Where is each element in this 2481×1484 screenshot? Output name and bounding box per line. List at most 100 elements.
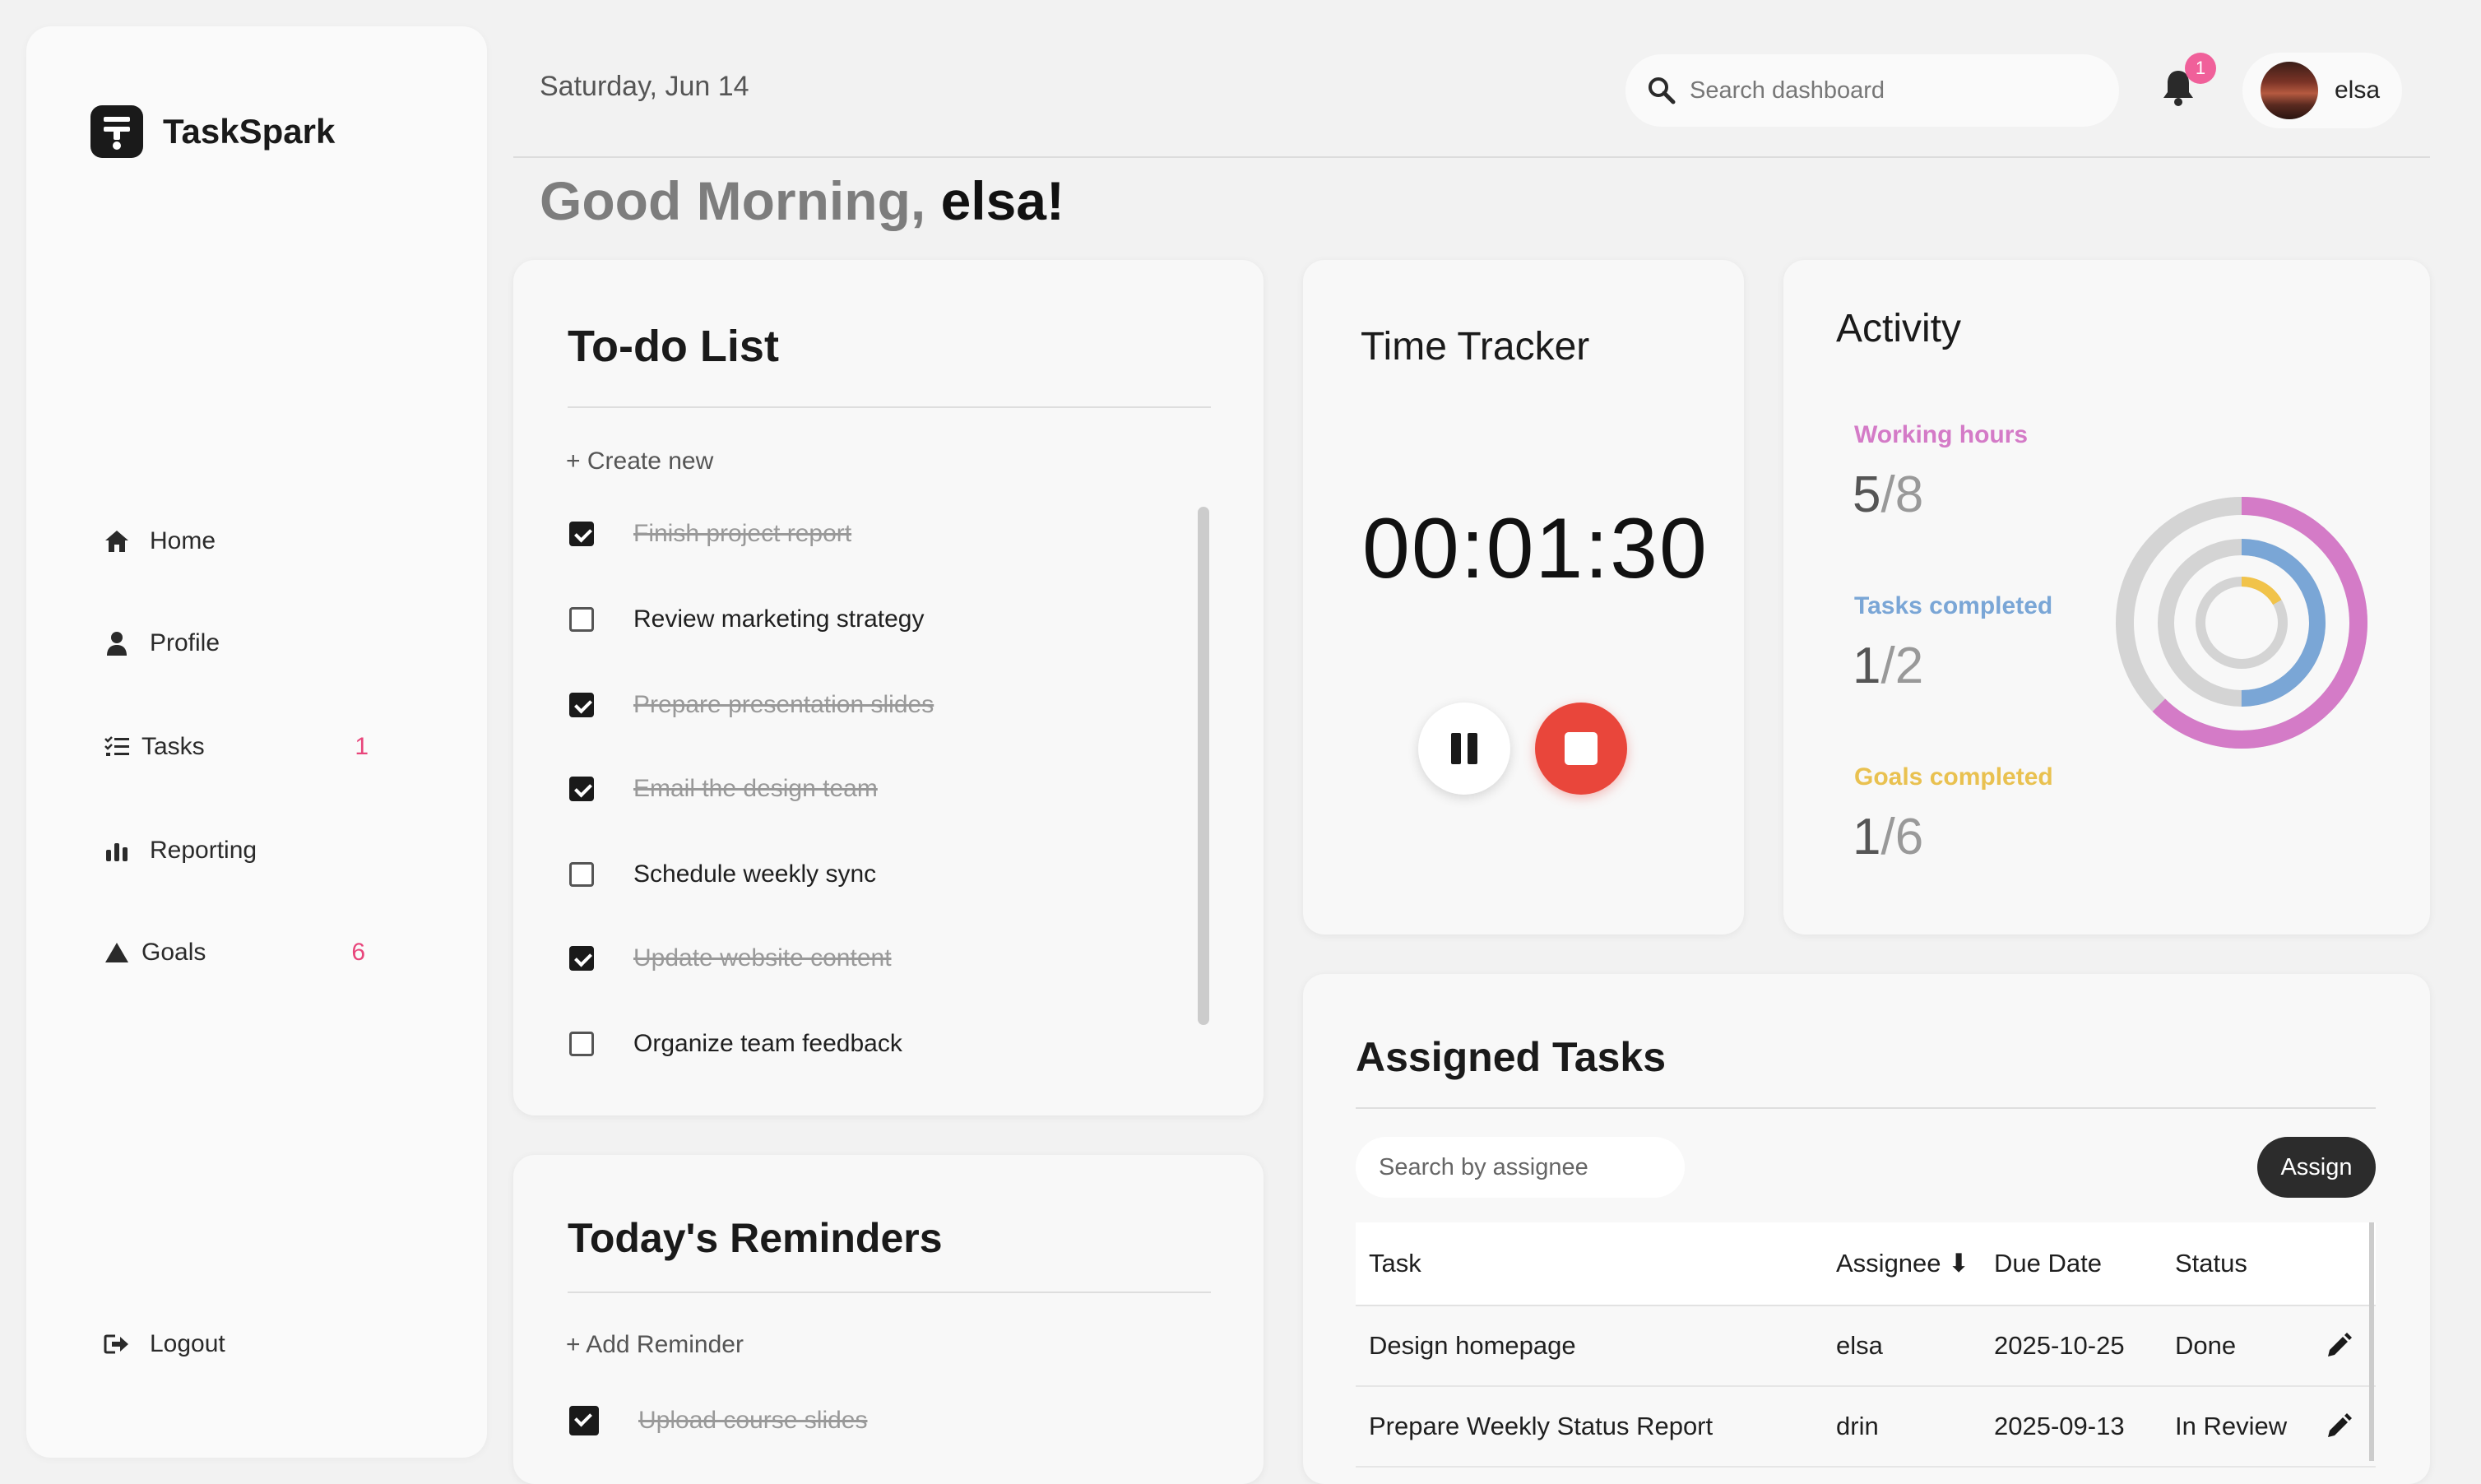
taskspark-logo-icon <box>90 105 143 158</box>
goals-completed-value: 1/6 <box>1853 808 1923 866</box>
todo-item[interactable]: Email the design team <box>569 768 878 809</box>
current-date: Saturday, Jun 14 <box>540 71 749 102</box>
dashboard-search[interactable]: Search dashboard <box>1625 54 2119 127</box>
todo-checkbox[interactable] <box>569 693 594 717</box>
greeting-prefix: Good Morning, <box>540 170 941 231</box>
todo-scrollbar[interactable] <box>1198 507 1209 1025</box>
todo-text: Schedule weekly sync <box>633 860 877 888</box>
user-name: elsa <box>2335 77 2381 104</box>
sidebar-item-label: Tasks <box>141 733 205 760</box>
task-cell: Prepare Weekly Status Report <box>1369 1412 1714 1440</box>
activity-title: Activity <box>1836 307 1962 350</box>
working-hours-label: Working hours <box>1854 421 2029 448</box>
todo-title: To-do List <box>568 322 779 371</box>
metric-value: 5 <box>1853 466 1881 523</box>
stop-button[interactable] <box>1535 703 1627 795</box>
sidebar-item-home[interactable]: Home <box>102 517 448 566</box>
column-task[interactable]: Task <box>1369 1222 1421 1305</box>
todo-checkbox[interactable] <box>569 1032 594 1056</box>
edit-icon[interactable] <box>2325 1387 2353 1466</box>
todo-item[interactable]: Review marketing strategy <box>569 599 924 640</box>
todo-checkbox[interactable] <box>569 607 594 632</box>
timer-display: 00:01:30 <box>1362 501 1709 596</box>
dashboard-search-input[interactable]: Search dashboard <box>1690 77 1885 104</box>
goals-completed-label: Goals completed <box>1854 763 2053 791</box>
todo-text: Prepare presentation slides <box>633 691 934 718</box>
reminder-item[interactable]: Upload course slides <box>569 1400 867 1441</box>
stop-icon <box>1565 732 1598 765</box>
due-date-cell: 2025-09-13 <box>1994 1412 2125 1440</box>
sidebar-item-label: Home <box>150 527 216 554</box>
table-row[interactable]: Design homepage elsa 2025-10-25 Done <box>1356 1306 2376 1387</box>
todo-item[interactable]: Organize team feedback <box>569 1023 902 1064</box>
table-row[interactable]: Prepare Weekly Status Report drin 2025-0… <box>1356 1387 2376 1468</box>
due-date-cell: 2025-10-25 <box>1994 1331 2125 1360</box>
todo-divider <box>568 406 1211 408</box>
header-divider <box>513 156 2430 158</box>
assign-button[interactable]: Assign <box>2257 1137 2376 1198</box>
greeting: Good Morning, elsa! <box>540 169 1064 232</box>
todo-item[interactable]: Finish project report <box>569 513 851 554</box>
pause-button[interactable] <box>1418 703 1510 795</box>
sidebar-item-label: Profile <box>150 629 220 656</box>
column-due-date[interactable]: Due Date <box>1994 1222 2102 1305</box>
todo-checkbox[interactable] <box>569 946 594 971</box>
user-menu[interactable]: elsa <box>2242 53 2402 128</box>
tasks-completed-value: 1/2 <box>1853 637 1923 695</box>
column-status[interactable]: Status <box>2175 1222 2247 1305</box>
assigned-divider <box>1356 1107 2376 1109</box>
todo-text: Review marketing strategy <box>633 605 925 633</box>
search-icon <box>1644 72 1680 109</box>
todo-text: Email the design team <box>633 775 878 802</box>
status-cell: In Review <box>2175 1412 2288 1440</box>
todo-checkbox[interactable] <box>569 522 594 546</box>
todo-item[interactable]: Schedule weekly sync <box>569 854 876 895</box>
metric-total: /8 <box>1880 466 1924 523</box>
assigned-tasks-title: Assigned Tasks <box>1356 1034 1667 1080</box>
reminder-checkbox[interactable] <box>569 1406 599 1435</box>
time-tracker-title: Time Tracker <box>1361 325 1590 369</box>
add-reminder-button[interactable]: + Add Reminder <box>566 1331 744 1359</box>
todo-checkbox[interactable] <box>569 862 594 887</box>
todo-item[interactable]: Update website content <box>569 938 892 979</box>
todo-text: Organize team feedback <box>633 1030 902 1057</box>
logout-label: Logout <box>150 1330 225 1357</box>
activity-rings-chart <box>2116 497 2367 749</box>
todo-checkbox[interactable] <box>569 777 594 801</box>
sidebar-item-label: Reporting <box>150 837 257 864</box>
table-header: Task Assignee ⬇ Due Date Status <box>1356 1222 2376 1306</box>
metric-total: /6 <box>1880 809 1924 865</box>
todo-text: Finish project report <box>633 520 852 547</box>
tasks-count-badge: 1 <box>355 733 369 760</box>
reminders-title: Today's Reminders <box>568 1215 943 1261</box>
sidebar-item-reporting[interactable]: Reporting <box>102 826 448 875</box>
sidebar-item-profile[interactable]: Profile <box>102 619 448 668</box>
sidebar-item-label: Goals <box>141 939 206 966</box>
sidebar: TaskSpark Home Profile Tasks 1 Reporting… <box>26 26 487 1458</box>
assignee-cell: drin <box>1836 1412 1879 1440</box>
sidebar-item-tasks[interactable]: Tasks 1 <box>102 722 448 772</box>
app-name: TaskSpark <box>163 112 336 151</box>
table-scrollbar[interactable] <box>2369 1222 2374 1461</box>
notification-badge: 1 <box>2185 53 2216 84</box>
logout-button[interactable]: Logout <box>102 1319 448 1369</box>
edit-icon[interactable] <box>2325 1306 2353 1385</box>
working-hours-value: 5/8 <box>1853 466 1923 524</box>
avatar <box>2261 62 2318 119</box>
goals-count-badge: 6 <box>351 939 365 966</box>
todo-text: Update website content <box>633 944 892 972</box>
brand[interactable]: TaskSpark <box>90 105 335 158</box>
user-icon <box>102 628 132 658</box>
tasks-completed-label: Tasks completed <box>1854 592 2053 619</box>
todo-item[interactable]: Prepare presentation slides <box>569 684 934 726</box>
metric-value: 1 <box>1853 638 1881 694</box>
column-assignee-sort[interactable]: Assignee ⬇ <box>1836 1222 1969 1305</box>
create-new-todo-button[interactable]: + Create new <box>566 448 713 475</box>
logout-icon <box>102 1329 132 1359</box>
triangle-icon <box>102 938 132 967</box>
assignee-search-input[interactable]: Search by assignee <box>1379 1154 1588 1181</box>
assignee-search[interactable]: Search by assignee <box>1356 1137 1685 1198</box>
metric-total: /2 <box>1880 638 1924 694</box>
assigned-tasks-table: Task Assignee ⬇ Due Date Status Design h… <box>1356 1222 2376 1468</box>
sidebar-item-goals[interactable]: Goals 6 <box>102 928 448 977</box>
